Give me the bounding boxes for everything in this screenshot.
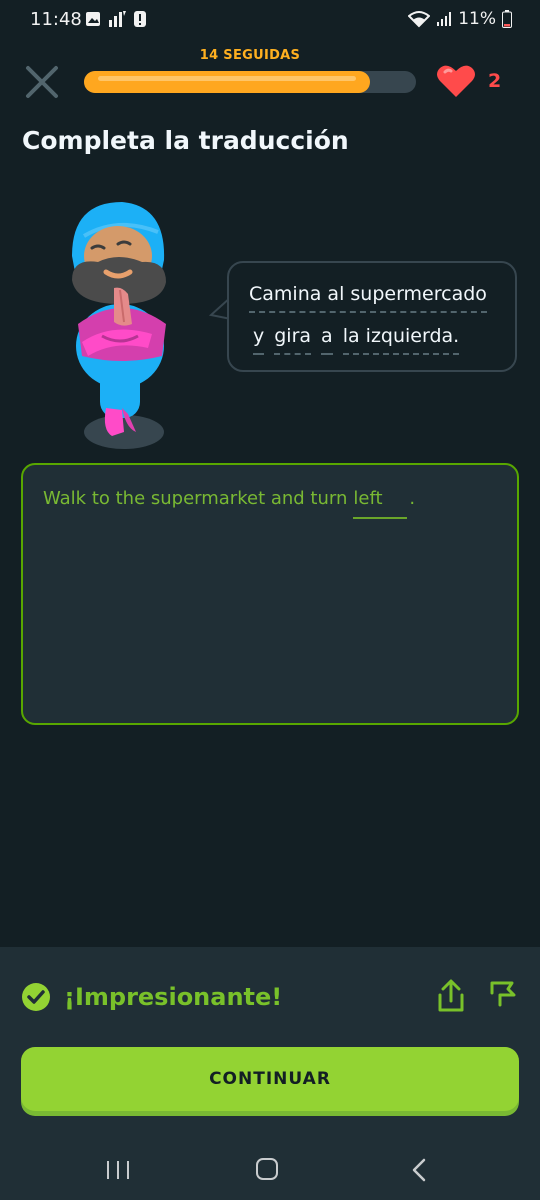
page-title: Completa la traducción	[22, 126, 349, 155]
system-nav-bar	[0, 1140, 540, 1200]
prompt-word[interactable]: a	[321, 325, 333, 355]
status-system-icons: 11%	[408, 9, 512, 29]
share-icon	[438, 979, 464, 1012]
lesson-progress-fill	[84, 71, 370, 93]
battery-icon	[502, 10, 512, 28]
status-notification-icons	[85, 10, 147, 28]
share-button[interactable]	[436, 979, 466, 1013]
prompt-word[interactable]: gira	[274, 325, 312, 355]
answer-box[interactable]: Walk to the supermarket and turn left .	[21, 463, 519, 725]
speech-bubble: Camina al supermercado y gira a la izqui…	[227, 261, 517, 372]
alert-icon	[134, 11, 146, 27]
heart-icon	[437, 65, 475, 97]
battery-percent: 11%	[458, 9, 496, 29]
answer-blank-filled[interactable]: left	[353, 488, 408, 519]
check-circle-icon	[22, 983, 50, 1011]
streak-label: 14 SEGUIDAS	[199, 48, 301, 63]
progress-highlight	[98, 76, 356, 81]
answer-period: .	[409, 488, 416, 509]
close-button[interactable]	[22, 62, 62, 102]
home-icon[interactable]	[256, 1158, 278, 1180]
recent-apps-icon[interactable]	[106, 1160, 130, 1180]
prompt-word[interactable]: y	[253, 325, 265, 355]
hearts-count: 2	[488, 70, 502, 92]
cell-signal-icon	[437, 12, 452, 26]
gallery-icon	[86, 12, 100, 26]
character-illustration	[62, 196, 182, 456]
hearts-counter[interactable]: 2	[436, 64, 501, 98]
status-bar: 11:48 11%	[0, 0, 540, 40]
close-icon	[26, 66, 58, 98]
flag-icon	[490, 981, 516, 1007]
prompt-line-1[interactable]: Camina al supermercado	[249, 283, 487, 313]
character-figure	[72, 202, 166, 449]
answer-fixed-text: Walk to the supermarket and turn	[43, 488, 348, 509]
prompt-line-2[interactable]: y gira a la izquierda.	[253, 325, 460, 355]
continue-button[interactable]: CONTINUAR	[21, 1047, 519, 1111]
status-time: 11:48	[30, 9, 82, 30]
lesson-progress-bar	[84, 71, 416, 93]
back-icon[interactable]	[410, 1158, 428, 1182]
answer-sentence: Walk to the supermarket and turn left .	[43, 488, 415, 519]
prompt-word[interactable]: la izquierda.	[342, 325, 460, 355]
prompt-sentence-part-1[interactable]: Camina al supermercado	[249, 283, 487, 313]
feedback-message: ¡Impresionante!	[64, 983, 283, 1011]
report-button[interactable]	[488, 979, 518, 1009]
wifi-icon	[408, 11, 431, 28]
signal-boost-icon	[109, 11, 126, 27]
